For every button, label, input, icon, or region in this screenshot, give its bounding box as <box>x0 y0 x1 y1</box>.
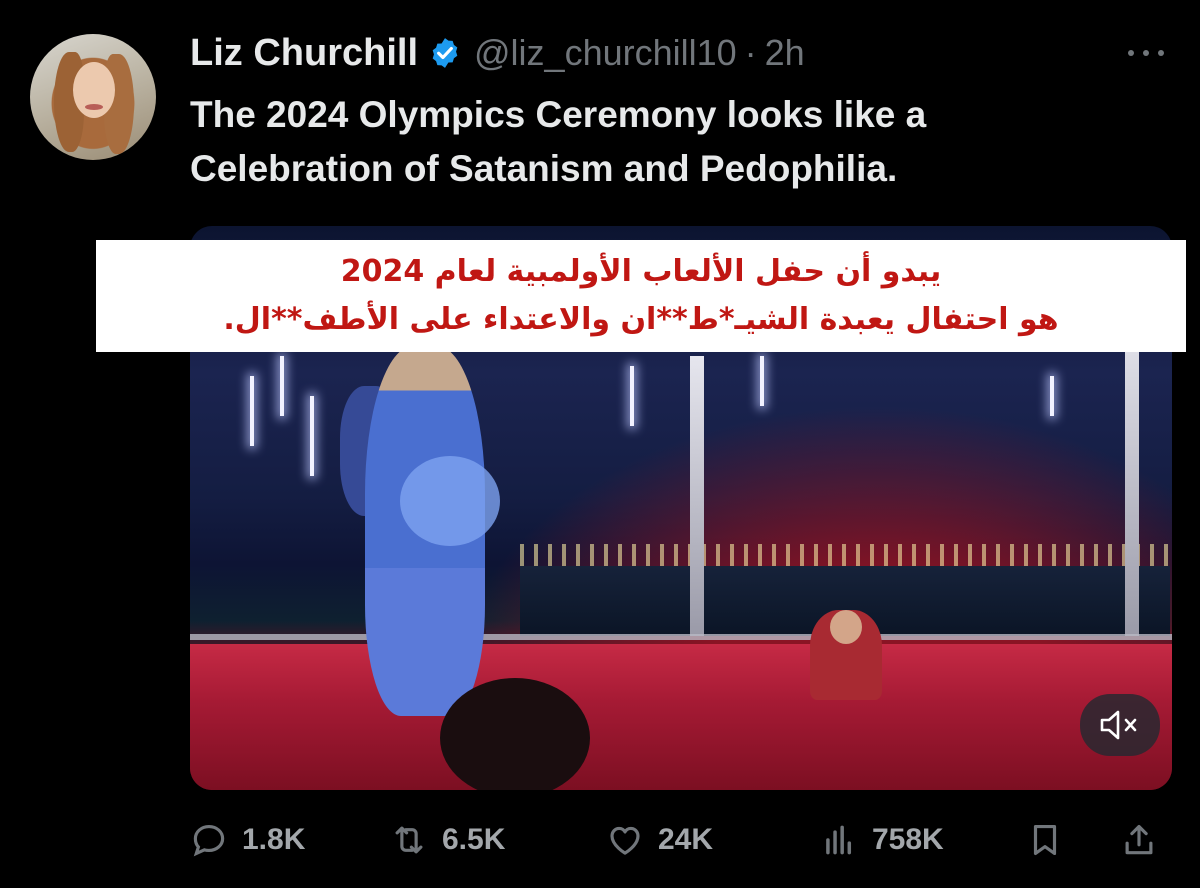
views-button[interactable]: 758K <box>820 812 944 868</box>
tweet-text-line: The 2024 Olympics Ceremony looks like a <box>190 94 927 135</box>
like-count: 24K <box>658 823 714 856</box>
repost-count: 6.5K <box>442 823 506 856</box>
bookmark-button[interactable] <box>1026 812 1078 868</box>
like-icon <box>610 826 640 855</box>
reply-button[interactable]: 1.8K <box>190 812 305 868</box>
tweet-text: The 2024 Olympics Ceremony looks like a … <box>190 88 1150 196</box>
repost-icon <box>395 826 423 854</box>
caption-line: هو احتفال يعبدة الشيـ*ط**ان والاعتداء عل… <box>223 302 1059 337</box>
stage-light <box>280 356 284 416</box>
mute-icon <box>1100 710 1137 740</box>
bookmark-icon <box>1033 824 1057 856</box>
seated-person-head <box>830 610 862 644</box>
stage-light <box>250 376 254 446</box>
mute-button[interactable] <box>1080 694 1160 756</box>
red-platform <box>190 644 1172 790</box>
audience-head <box>440 678 590 790</box>
stage-light <box>760 356 764 406</box>
separator-dot: · <box>744 32 757 73</box>
views-count: 758K <box>872 823 944 856</box>
author-avatar[interactable] <box>30 34 156 160</box>
stage-pillar <box>1125 316 1139 636</box>
repost-button[interactable]: 6.5K <box>390 812 505 868</box>
stage-light <box>1050 376 1054 416</box>
reply-count: 1.8K <box>242 823 306 856</box>
more-dot <box>1158 50 1164 56</box>
tweet-header: Liz Churchill @liz_churchill10 · 2h <box>190 28 805 78</box>
more-dot <box>1143 50 1149 56</box>
stage-light <box>630 366 634 426</box>
author-handle[interactable]: @liz_churchill10 <box>474 32 737 74</box>
views-icon <box>826 825 852 855</box>
more-icon[interactable] <box>1128 38 1164 68</box>
caption-overlay: يبدو أن حفل الألعاب الأولمبية لعام 2024 … <box>96 240 1186 352</box>
action-bar: 1.8K 6.5K 24K 758K <box>190 812 1162 868</box>
more-dot <box>1128 50 1134 56</box>
stage-pillar <box>690 356 704 636</box>
stage-light <box>310 396 314 476</box>
reply-icon <box>193 824 225 857</box>
share-button[interactable] <box>1120 812 1172 868</box>
stage-rail <box>190 634 1172 640</box>
verified-badge-icon <box>432 38 458 68</box>
caption-line: يبدو أن حفل الألعاب الأولمبية لعام 2024 <box>340 254 942 289</box>
author-name[interactable]: Liz Churchill <box>190 32 418 75</box>
like-button[interactable]: 24K <box>606 812 713 868</box>
tweet-text-line: Celebration of Satanism and Pedophilia. <box>190 148 898 189</box>
performer-costume <box>400 456 500 546</box>
share-icon <box>1125 824 1153 855</box>
avatar-lips <box>85 104 103 110</box>
tweet-timestamp[interactable]: 2h <box>765 32 805 74</box>
